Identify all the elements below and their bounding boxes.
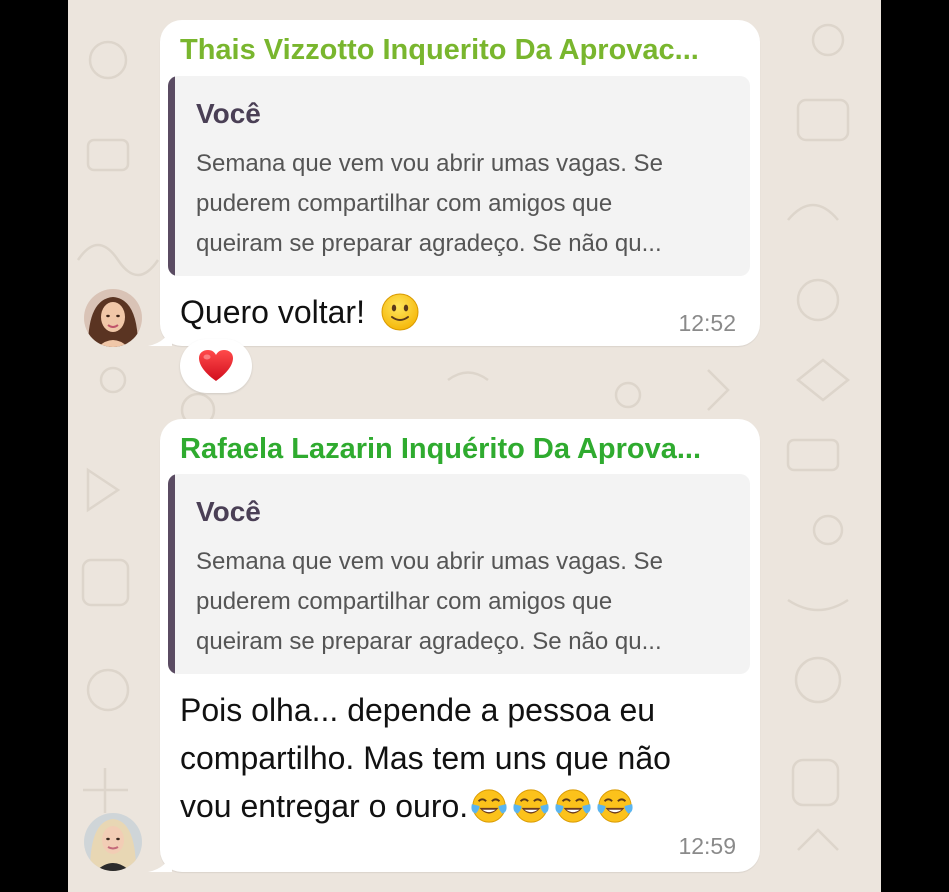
bubble-tail <box>148 850 172 872</box>
message-time: 12:52 <box>678 310 736 336</box>
message-text: Quero voltar! <box>180 288 420 336</box>
face-with-tears-of-joy-icon <box>471 788 507 823</box>
emoji-row <box>468 788 634 824</box>
message-bubble-2[interactable]: Rafaela Lazarin Inquérito Da Aprova... V… <box>148 419 760 872</box>
quote-author: Você <box>196 496 261 527</box>
quote-bar <box>168 76 175 276</box>
reaction-badge[interactable] <box>180 339 252 393</box>
quote-bar <box>168 474 175 674</box>
quote-author: Você <box>196 98 261 129</box>
avatar-rafaela[interactable] <box>84 813 142 871</box>
slightly-smiling-face-icon <box>381 293 419 331</box>
face-with-tears-of-joy-icon <box>513 788 549 823</box>
quote-text: Semana que vem vou abrir umas vagas. Se … <box>196 150 663 257</box>
message-time: 12:59 <box>678 833 736 859</box>
quoted-message[interactable]: Você Semana que vem vou abrir umas vagas… <box>168 474 750 674</box>
quote-text: Semana que vem vou abrir umas vagas. Se … <box>196 548 663 655</box>
message-bubble-1[interactable]: Thais Vizzotto Inquerito Da Aprovac... V… <box>148 20 760 346</box>
quoted-message[interactable]: Você Semana que vem vou abrir umas vagas… <box>168 76 750 276</box>
face-with-tears-of-joy-icon <box>597 788 633 823</box>
sender-name[interactable]: Thais Vizzotto Inquerito Da Aprovac... <box>180 34 699 67</box>
message-text: Pois olha... depende a pessoa eu compart… <box>180 692 671 824</box>
avatar-thais[interactable] <box>84 289 142 347</box>
face-with-tears-of-joy-icon <box>555 788 591 823</box>
bubble-tail <box>148 324 172 346</box>
sender-name[interactable]: Rafaela Lazarin Inquérito Da Aprova... <box>180 433 701 466</box>
red-heart-icon <box>199 350 233 381</box>
